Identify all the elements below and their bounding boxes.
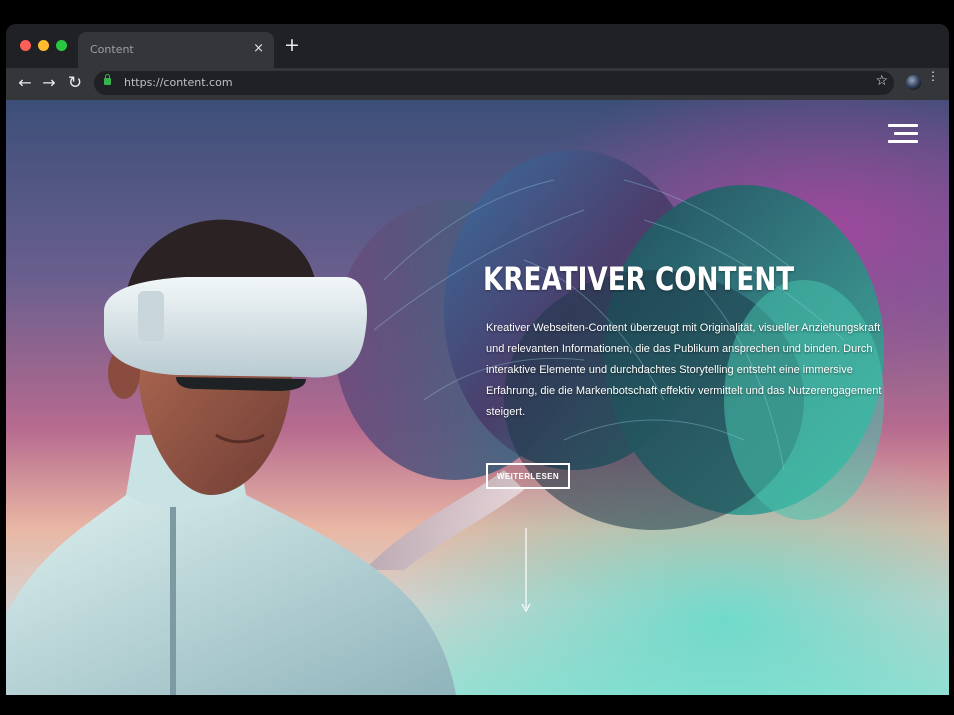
page-viewport: KREATIVER CONTENT Kreativer Webseiten-Co…	[6, 100, 949, 695]
tab-title: Content	[90, 43, 134, 56]
back-button[interactable]: ←	[14, 72, 36, 94]
close-window-button[interactable]	[20, 40, 31, 51]
minimize-window-button[interactable]	[38, 40, 49, 51]
browser-menu-icon[interactable]: ⋮	[927, 70, 939, 82]
reload-button[interactable]: ↻	[64, 72, 86, 94]
hero-title: KREATIVER CONTENT	[483, 260, 795, 298]
tab-content[interactable]: Content ×	[78, 32, 274, 68]
browser-toolbar: ← → ↻ https://content.com ☆ ⋮	[6, 68, 949, 100]
bookmark-star-icon[interactable]: ☆	[875, 73, 888, 89]
window-controls	[20, 40, 67, 51]
hero-description: Kreativer Webseiten-Content überzeugt mi…	[486, 322, 882, 418]
new-tab-button[interactable]: +	[284, 36, 300, 55]
read-more-button[interactable]: WEITERLESEN	[486, 463, 570, 489]
tab-close-icon[interactable]: ×	[253, 41, 264, 56]
maximize-window-button[interactable]	[56, 40, 67, 51]
vr-headset-person-illustration	[6, 219, 456, 695]
address-bar[interactable]: https://content.com ☆	[94, 71, 894, 95]
lock-icon	[104, 74, 111, 85]
browser-window: Content × + ← → ↻ https://content.com ☆ …	[6, 24, 949, 695]
forward-button[interactable]: →	[38, 72, 60, 94]
address-url[interactable]: https://content.com	[124, 76, 233, 89]
tab-bar: Content × +	[6, 24, 949, 68]
profile-avatar[interactable]	[906, 75, 921, 90]
arrow-down-icon[interactable]	[520, 528, 532, 614]
hamburger-menu-icon[interactable]	[888, 124, 918, 144]
